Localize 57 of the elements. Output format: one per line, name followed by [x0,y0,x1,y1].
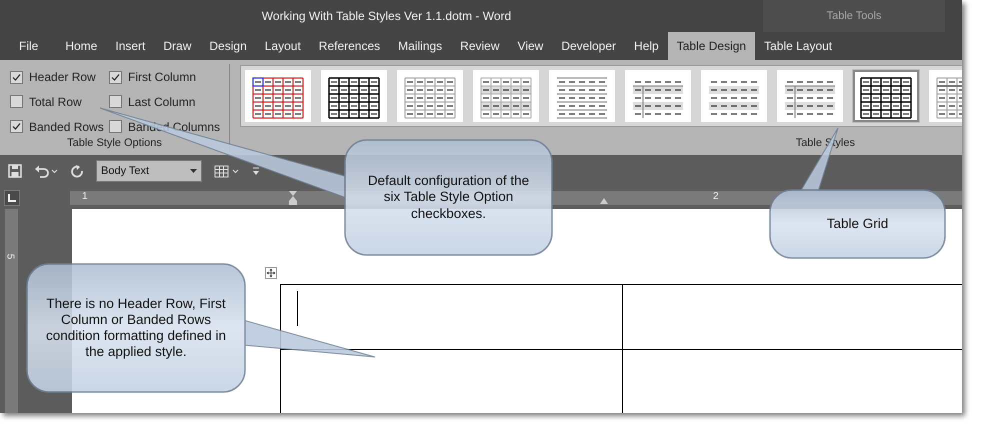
ribbon-tab[interactable]: Design [200,32,256,60]
checkbox[interactable] [109,70,122,84]
ribbon-tab[interactable]: Table Design [668,32,756,60]
ribbon-tab[interactable]: Mailings [389,32,452,60]
ribbon-tab[interactable]: Draw [154,32,200,60]
indent-marker-icon[interactable] [288,191,298,205]
ribbon-tab[interactable]: Home [56,32,106,60]
ruler-number: 2 [712,191,719,202]
checkbox[interactable] [109,120,122,134]
checkbox-label: Header Row [29,70,96,84]
checkbox[interactable] [10,95,23,108]
checkbox-label: Banded Columns [128,120,220,134]
save-icon[interactable] [8,164,22,178]
table-style-thumbnail[interactable] [625,70,691,122]
redo-icon[interactable] [70,164,84,178]
table-style-thumbnail[interactable] [777,70,843,122]
callout-text: Default configuration of the six Table Style Option checkboxes. [366,173,530,222]
checkbox[interactable] [109,95,122,108]
ruler-number: 1 [82,191,88,202]
ribbon-tab[interactable]: References [310,32,390,60]
checkbox[interactable] [10,70,23,84]
ribbon-tab[interactable]: Review [451,32,509,60]
callout-text: There is no Header Row, First Column or Banded Rows condition formatting defined in the applied style. [45,296,227,360]
undo-icon[interactable] [34,164,58,178]
table-style-thumbnail[interactable] [701,70,767,122]
window-title: Working With Table Styles Ver 1.1.dotm - Word [260,9,512,23]
ribbon-tab[interactable]: File [10,32,56,60]
table-style-thumbnail[interactable] [549,70,615,122]
table-style-thumbnail[interactable] [473,70,539,122]
marker-icon[interactable] [600,198,608,204]
table-style-thumbnail[interactable] [321,70,387,122]
ribbon-tab[interactable]: Help [625,32,668,60]
checkbox-label: Total Row [29,94,82,109]
checkbox-label: First Column [128,70,196,84]
ribbon-tab[interactable]: View [508,32,552,60]
ribbon-tab[interactable]: Layout [256,32,310,60]
checkbox[interactable] [10,120,23,134]
ribbon-tab[interactable]: Table Layout [755,32,842,60]
caret-icon[interactable] [190,169,197,173]
group-label: Table Style Options [66,137,163,151]
style-dropdown[interactable]: Body Text [96,160,202,182]
customize-icon[interactable] [252,166,260,176]
text-cursor [297,291,298,326]
checkbox-label: Last Column [128,94,196,109]
tab-selector-icon[interactable] [4,190,20,206]
table-icon[interactable] [214,164,240,178]
ribbon-tab[interactable]: Insert [106,32,154,60]
group-label: Table Styles [794,137,856,151]
checkbox-label: Banded Rows [29,120,104,134]
move-handle-icon[interactable] [265,267,277,279]
table-style-thumbnail[interactable] [853,70,919,122]
ruler-number: 5 [4,254,16,260]
callout-text: Table Grid [826,216,888,232]
context-label: Table Tools [826,10,882,22]
table-style-thumbnail[interactable] [397,70,463,122]
table-style-thumbnail[interactable] [245,70,311,122]
ribbon-tab[interactable]: Developer [552,32,626,60]
